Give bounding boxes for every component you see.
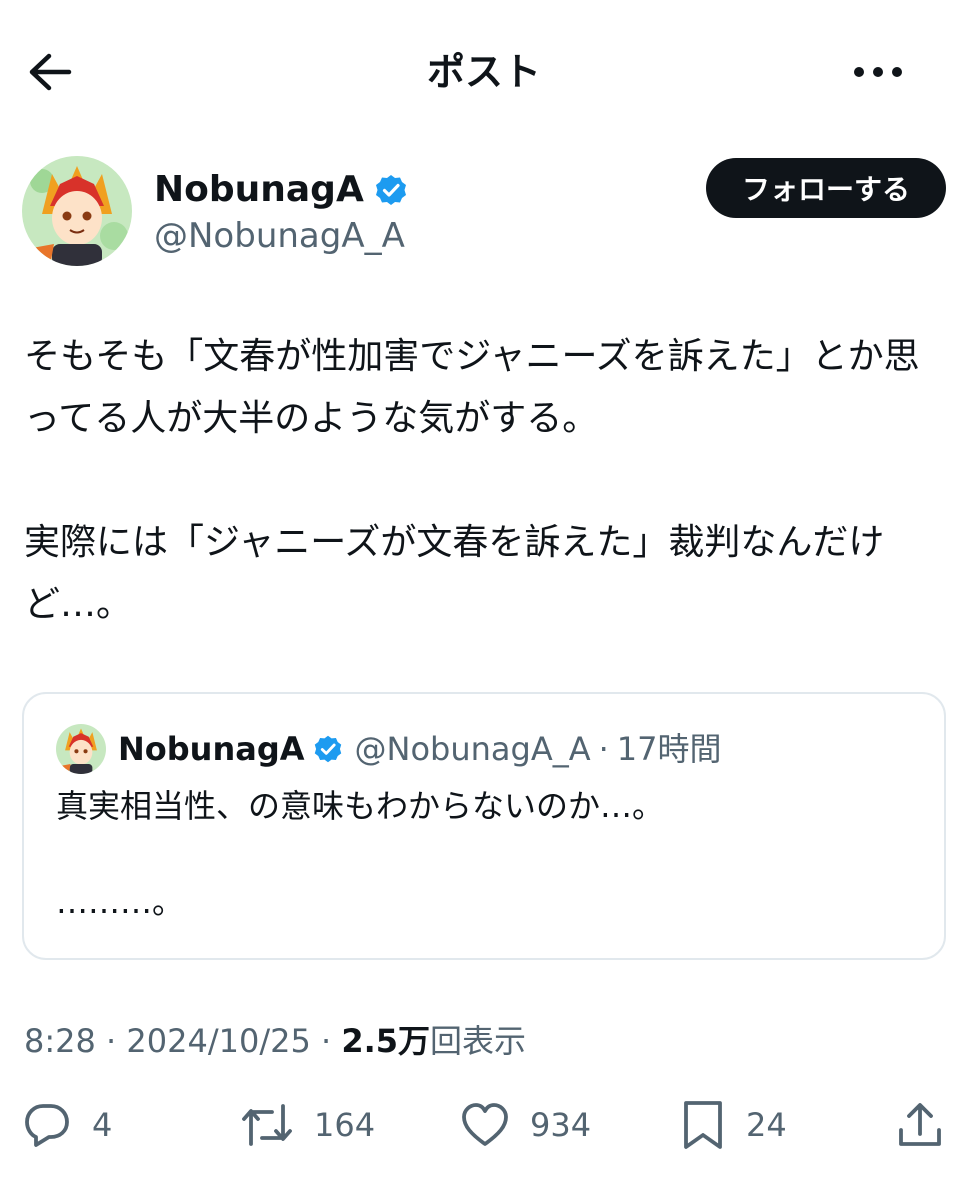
post-author: NobunagA @NobunagA_A フォローする [22,156,946,268]
verified-badge-icon [314,735,341,763]
quote-avatar[interactable] [56,724,106,774]
meta-separator: · [95,1022,127,1060]
author-handle[interactable]: @NobunagA_A [154,214,405,258]
follow-button[interactable]: フォローする [706,158,946,218]
repost-count: 164 [314,1106,376,1144]
reply-icon [25,1104,69,1147]
share-icon [899,1103,941,1146]
bookmark-icon [684,1101,722,1149]
more-horizontal-icon [854,67,902,77]
post-text: そもそも「文春が性加害でジャニーズを訴えた」とか思ってる人が大半のような気がする… [24,336,920,625]
author-display-name[interactable]: NobunagA [154,168,364,212]
like-count: 934 [530,1106,592,1144]
quote-display-name: NobunagA [118,730,305,768]
author-name-row: NobunagA [154,168,408,212]
post-meta: 8:28 · 2024/10/25 · 2.5万回表示 [24,1016,526,1066]
repost-icon [242,1104,292,1146]
reply-count: 4 [92,1106,113,1144]
action-bar: 4 164 934 24 [0,1092,968,1162]
avatar[interactable] [22,156,132,266]
quote-handle: @NobunagA_A [354,730,591,768]
verified-badge-icon [375,175,406,205]
views-count[interactable]: 2.5万 [341,1022,430,1060]
heart-icon [462,1103,508,1146]
share-button[interactable] [896,1092,944,1158]
more-options-button[interactable] [850,46,906,98]
bookmark-count: 24 [746,1106,787,1144]
quote-text: 真実相当性、の意味もわからないのか…。 ………。 [56,787,665,921]
meta-separator: · [310,1022,342,1060]
views-label: 回表示 [430,1022,527,1060]
repost-button[interactable]: 164 [240,1092,375,1158]
post-time: 8:28 [24,1022,96,1060]
quote-separator: · [598,730,609,768]
top-bar: ポスト [0,0,968,140]
bookmark-button[interactable]: 24 [680,1092,787,1158]
quoted-post[interactable]: NobunagA @NobunagA_A · 17時間 真実相当性、の意味もわか… [22,692,946,960]
reply-button[interactable]: 4 [22,1092,112,1158]
post-date: 2024/10/25 [126,1022,311,1060]
quote-header: NobunagA @NobunagA_A · 17時間 [118,726,722,772]
like-button[interactable]: 934 [460,1092,591,1158]
quote-timestamp: 17時間 [616,730,722,768]
page-title: ポスト [426,50,541,94]
